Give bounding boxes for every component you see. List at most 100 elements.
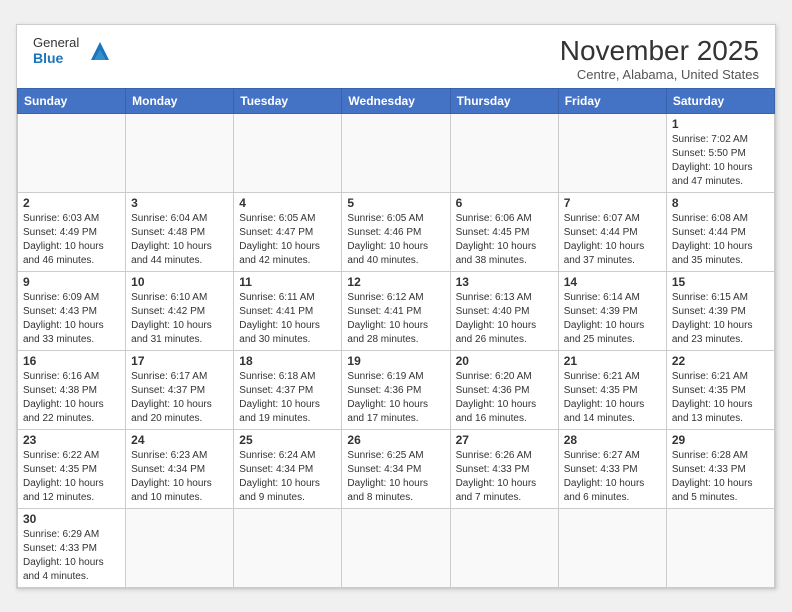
day-info: Sunrise: 7:02 AMSunset: 5:50 PMDaylight:… — [672, 133, 769, 189]
weekday-saturday: Saturday — [666, 88, 774, 113]
logo: General Blue — [33, 35, 115, 67]
day-info: Sunrise: 6:17 AMSunset: 4:37 PMDaylight:… — [131, 370, 228, 426]
day-number: 3 — [131, 196, 228, 210]
calendar-header: General Blue November 2025 Centre, Alaba… — [17, 25, 775, 88]
day-info: Sunrise: 6:29 AMSunset: 4:33 PMDaylight:… — [23, 528, 120, 584]
week-row-2: 9 Sunrise: 6:09 AMSunset: 4:43 PMDaylight… — [18, 271, 775, 350]
logo-general: General — [33, 35, 79, 51]
day-info: Sunrise: 6:10 AMSunset: 4:42 PMDaylight:… — [131, 291, 228, 347]
day-number: 29 — [672, 433, 769, 447]
day-info: Sunrise: 6:19 AMSunset: 4:36 PMDaylight:… — [347, 370, 444, 426]
day-number: 9 — [23, 275, 120, 289]
day-info: Sunrise: 6:24 AMSunset: 4:34 PMDaylight:… — [239, 449, 336, 505]
title-section: November 2025 Centre, Alabama, United St… — [560, 35, 759, 82]
day-number: 12 — [347, 275, 444, 289]
day-cell: 26 Sunrise: 6:25 AMSunset: 4:34 PMDayligh… — [342, 429, 450, 508]
day-cell: 11 Sunrise: 6:11 AMSunset: 4:41 PMDayligh… — [234, 271, 342, 350]
day-info: Sunrise: 6:14 AMSunset: 4:39 PMDaylight:… — [564, 291, 661, 347]
day-cell — [18, 113, 126, 192]
day-info: Sunrise: 6:11 AMSunset: 4:41 PMDaylight:… — [239, 291, 336, 347]
day-number: 24 — [131, 433, 228, 447]
day-info: Sunrise: 6:04 AMSunset: 4:48 PMDaylight:… — [131, 212, 228, 268]
day-info: Sunrise: 6:13 AMSunset: 4:40 PMDaylight:… — [456, 291, 553, 347]
day-cell — [234, 113, 342, 192]
day-info: Sunrise: 6:15 AMSunset: 4:39 PMDaylight:… — [672, 291, 769, 347]
day-cell: 29 Sunrise: 6:28 AMSunset: 4:33 PMDayligh… — [666, 429, 774, 508]
day-info: Sunrise: 6:06 AMSunset: 4:45 PMDaylight:… — [456, 212, 553, 268]
day-info: Sunrise: 6:22 AMSunset: 4:35 PMDaylight:… — [23, 449, 120, 505]
calendar-grid: SundayMondayTuesdayWednesdayThursdayFrid… — [17, 88, 775, 588]
day-cell: 19 Sunrise: 6:19 AMSunset: 4:36 PMDayligh… — [342, 350, 450, 429]
day-cell: 8Sunrise: 6:08 AMSunset: 4:44 PMDaylight… — [666, 192, 774, 271]
day-cell: 23 Sunrise: 6:22 AMSunset: 4:35 PMDayligh… — [18, 429, 126, 508]
day-info: Sunrise: 6:03 AMSunset: 4:49 PMDaylight:… — [23, 212, 120, 268]
day-info: Sunrise: 6:05 AMSunset: 4:47 PMDaylight:… — [239, 212, 336, 268]
day-info: Sunrise: 6:21 AMSunset: 4:35 PMDaylight:… — [564, 370, 661, 426]
day-number: 17 — [131, 354, 228, 368]
weekday-sunday: Sunday — [18, 88, 126, 113]
day-info: Sunrise: 6:08 AMSunset: 4:44 PMDaylight:… — [672, 212, 769, 268]
logo-blue: Blue — [33, 50, 79, 67]
day-number: 2 — [23, 196, 120, 210]
weekday-header-row: SundayMondayTuesdayWednesdayThursdayFrid… — [18, 88, 775, 113]
day-number: 23 — [23, 433, 120, 447]
logo-icon — [85, 36, 115, 66]
day-cell: 16Sunrise: 6:16 AMSunset: 4:38 PMDayligh… — [18, 350, 126, 429]
day-info: Sunrise: 6:07 AMSunset: 4:44 PMDaylight:… — [564, 212, 661, 268]
day-cell: 25 Sunrise: 6:24 AMSunset: 4:34 PMDayligh… — [234, 429, 342, 508]
day-cell — [558, 508, 666, 587]
weekday-thursday: Thursday — [450, 88, 558, 113]
day-info: Sunrise: 6:20 AMSunset: 4:36 PMDaylight:… — [456, 370, 553, 426]
day-number: 19 — [347, 354, 444, 368]
day-cell: 7Sunrise: 6:07 AMSunset: 4:44 PMDaylight… — [558, 192, 666, 271]
day-info: Sunrise: 6:16 AMSunset: 4:38 PMDaylight:… — [23, 370, 120, 426]
day-cell: 20 Sunrise: 6:20 AMSunset: 4:36 PMDayligh… — [450, 350, 558, 429]
day-number: 6 — [456, 196, 553, 210]
day-cell — [126, 113, 234, 192]
logo-text: General Blue — [33, 35, 79, 67]
day-number: 27 — [456, 433, 553, 447]
day-info: Sunrise: 6:28 AMSunset: 4:33 PMDaylight:… — [672, 449, 769, 505]
day-number: 25 — [239, 433, 336, 447]
day-number: 22 — [672, 354, 769, 368]
day-info: Sunrise: 6:21 AMSunset: 4:35 PMDaylight:… — [672, 370, 769, 426]
day-number: 26 — [347, 433, 444, 447]
day-info: Sunrise: 6:18 AMSunset: 4:37 PMDaylight:… — [239, 370, 336, 426]
day-cell: 2 Sunrise: 6:03 AMSunset: 4:49 PMDaylight… — [18, 192, 126, 271]
day-cell: 22 Sunrise: 6:21 AMSunset: 4:35 PMDayligh… — [666, 350, 774, 429]
day-number: 20 — [456, 354, 553, 368]
day-number: 11 — [239, 275, 336, 289]
day-cell: 30Sunrise: 6:29 AMSunset: 4:33 PMDayligh… — [18, 508, 126, 587]
day-cell: 13Sunrise: 6:13 AMSunset: 4:40 PMDayligh… — [450, 271, 558, 350]
day-number: 10 — [131, 275, 228, 289]
day-cell: 28Sunrise: 6:27 AMSunset: 4:33 PMDayligh… — [558, 429, 666, 508]
day-info: Sunrise: 6:12 AMSunset: 4:41 PMDaylight:… — [347, 291, 444, 347]
day-cell: 17 Sunrise: 6:17 AMSunset: 4:37 PMDayligh… — [126, 350, 234, 429]
weekday-monday: Monday — [126, 88, 234, 113]
day-cell: 27 Sunrise: 6:26 AMSunset: 4:33 PMDayligh… — [450, 429, 558, 508]
day-info: Sunrise: 6:05 AMSunset: 4:46 PMDaylight:… — [347, 212, 444, 268]
weekday-wednesday: Wednesday — [342, 88, 450, 113]
day-number: 4 — [239, 196, 336, 210]
day-info: Sunrise: 6:09 AMSunset: 4:43 PMDaylight:… — [23, 291, 120, 347]
week-row-5: 30Sunrise: 6:29 AMSunset: 4:33 PMDayligh… — [18, 508, 775, 587]
day-info: Sunrise: 6:23 AMSunset: 4:34 PMDaylight:… — [131, 449, 228, 505]
day-cell: 4 Sunrise: 6:05 AMSunset: 4:47 PMDaylight… — [234, 192, 342, 271]
day-cell: 15Sunrise: 6:15 AMSunset: 4:39 PMDayligh… — [666, 271, 774, 350]
day-cell: 14 Sunrise: 6:14 AMSunset: 4:39 PMDayligh… — [558, 271, 666, 350]
week-row-0: 1Sunrise: 7:02 AMSunset: 5:50 PMDaylight… — [18, 113, 775, 192]
day-info: Sunrise: 6:25 AMSunset: 4:34 PMDaylight:… — [347, 449, 444, 505]
location: Centre, Alabama, United States — [560, 67, 759, 82]
day-number: 14 — [564, 275, 661, 289]
week-row-3: 16Sunrise: 6:16 AMSunset: 4:38 PMDayligh… — [18, 350, 775, 429]
day-cell — [126, 508, 234, 587]
day-cell: 6 Sunrise: 6:06 AMSunset: 4:45 PMDaylight… — [450, 192, 558, 271]
day-number: 21 — [564, 354, 661, 368]
day-cell — [558, 113, 666, 192]
day-info: Sunrise: 6:26 AMSunset: 4:33 PMDaylight:… — [456, 449, 553, 505]
day-cell: 18Sunrise: 6:18 AMSunset: 4:37 PMDayligh… — [234, 350, 342, 429]
day-cell: 5Sunrise: 6:05 AMSunset: 4:46 PMDaylight… — [342, 192, 450, 271]
day-cell — [666, 508, 774, 587]
day-cell — [450, 113, 558, 192]
day-cell — [342, 508, 450, 587]
